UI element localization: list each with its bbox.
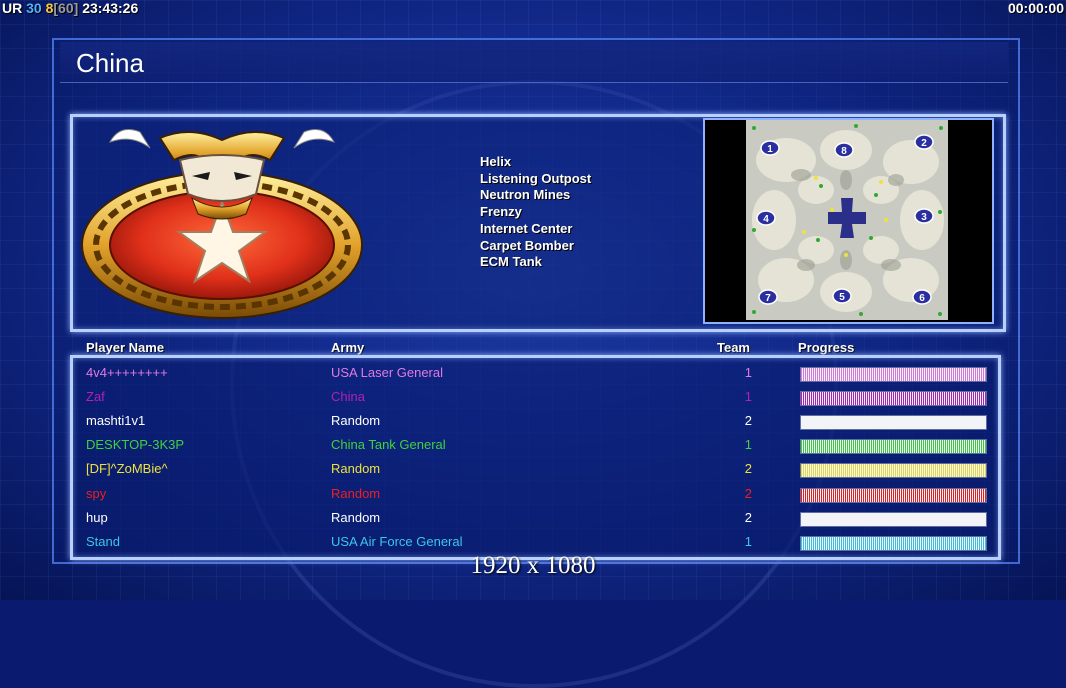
start-label: 1 <box>767 144 773 155</box>
header-army: Army <box>331 340 365 355</box>
start-label: 8 <box>841 146 847 157</box>
player-name: Zaf <box>86 389 105 405</box>
player-row: Zaf China 1 <box>0 385 1066 409</box>
start-label: 6 <box>919 293 925 304</box>
title-bar <box>60 42 1008 83</box>
player-army: Random <box>331 485 381 501</box>
progress-fill <box>801 392 986 406</box>
player-name: spy <box>86 485 107 501</box>
tech-list: Helix Listening Outpost Neutron Mines Fr… <box>480 154 591 271</box>
start-label: 3 <box>921 212 927 223</box>
player-row: [DF]^ZoMBie^ Random 2 <box>0 457 1066 481</box>
progress-bar <box>800 511 987 527</box>
hud-ur-label: UR <box>2 0 23 16</box>
hud-ur-value: 30 <box>26 0 42 16</box>
progress-bar <box>800 415 987 431</box>
hud-slot-max: [60] <box>53 0 79 16</box>
china-dragon-emblem-icon <box>81 129 363 319</box>
progress-bar <box>800 535 987 551</box>
start-label: 7 <box>765 293 771 304</box>
tech-item: ECM Tank <box>480 254 542 270</box>
progress-fill <box>801 488 986 502</box>
player-army: Random <box>331 461 381 477</box>
hud-clock: 23:43:26 <box>82 0 139 16</box>
player-team: 2 <box>744 461 752 477</box>
player-row: spy Random 2 <box>0 482 1066 506</box>
faction-title: China <box>76 48 144 78</box>
player-row: Stand USA Air Force General 1 <box>0 530 1066 554</box>
progress-bar <box>800 487 987 503</box>
player-name: Stand <box>86 533 120 549</box>
player-team: 1 <box>744 389 752 405</box>
player-row: mashti1v1 Random 2 <box>0 409 1066 433</box>
player-team: 1 <box>744 533 752 549</box>
tech-item: Listening Outpost <box>480 170 592 186</box>
header-progress: Progress <box>798 340 855 355</box>
player-name: DESKTOP-3K3P <box>86 437 185 453</box>
player-army: USA Laser General <box>331 365 444 380</box>
player-team: 1 <box>744 437 752 453</box>
progress-fill <box>801 440 986 454</box>
player-row: DESKTOP-3K3P China Tank General 1 <box>0 433 1066 457</box>
resolution-label: 1920 x 1080 <box>470 552 596 579</box>
player-army: USA Air Force General <box>331 533 463 549</box>
player-team: 2 <box>744 485 752 501</box>
tech-item: Neutron Mines <box>480 187 571 203</box>
progress-fill <box>801 416 986 430</box>
player-name: mashti1v1 <box>86 413 146 429</box>
player-name: 4v4++++++++ <box>86 365 168 380</box>
progress-fill <box>801 368 986 381</box>
hud-stats: UR 30 8[60] 23:43:26 <box>2 0 138 18</box>
player-team: 2 <box>744 413 752 429</box>
start-label: 2 <box>921 138 927 149</box>
tech-item: Frenzy <box>480 204 522 220</box>
progress-bar <box>800 391 987 407</box>
start-label: 5 <box>839 292 845 303</box>
progress-bar <box>800 367 987 382</box>
player-army: China <box>331 389 365 405</box>
progress-fill <box>801 536 986 550</box>
player-team: 1 <box>744 365 752 380</box>
progress-fill <box>801 464 986 478</box>
start-label: 4 <box>763 214 769 225</box>
player-army: Random <box>331 413 381 429</box>
hud-timer: 00:00:00 <box>1007 0 1064 16</box>
tech-item: Internet Center <box>480 220 573 236</box>
player-name: hup <box>86 509 108 525</box>
player-army: China Tank General <box>331 437 446 453</box>
tech-item: Carpet Bomber <box>480 237 574 253</box>
minimap: 1 8 2 4 3 7 5 6 <box>746 120 948 320</box>
player-team: 2 <box>744 509 752 525</box>
tech-item: Helix <box>480 154 512 169</box>
player-row: 4v4++++++++ USA Laser General 1 <box>0 361 1066 385</box>
player-name: [DF]^ZoMBie^ <box>86 461 168 477</box>
progress-fill <box>801 512 986 526</box>
progress-bar <box>800 439 987 455</box>
progress-bar <box>800 463 987 479</box>
player-row: hup Random 2 <box>0 506 1066 530</box>
header-player-name: Player Name <box>86 340 165 355</box>
header-team: Team <box>717 340 750 355</box>
player-army: Random <box>331 509 381 525</box>
